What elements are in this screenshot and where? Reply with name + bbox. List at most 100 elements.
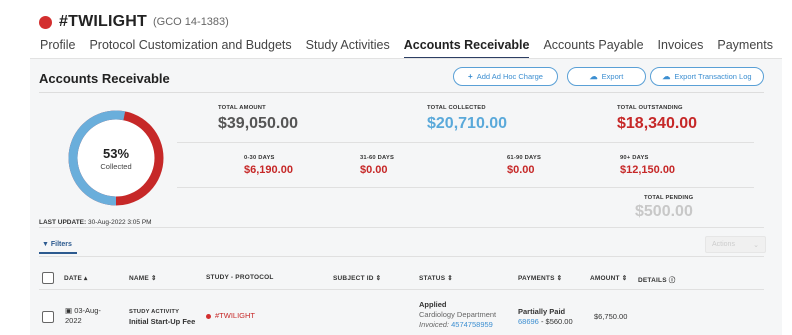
divider (177, 187, 754, 188)
divider (39, 92, 764, 93)
days-31-60-label: 31-60 DAYS (360, 155, 395, 161)
column-header-amount[interactable]: AMOUNT ⇕ (590, 274, 627, 282)
days-90-plus-label: 90+ DAYS (620, 155, 649, 161)
row-amount: $6,750.00 (594, 312, 628, 321)
days-31-60-value: $0.00 (360, 164, 388, 176)
row-study-value[interactable]: #TWILIGHT (215, 311, 255, 320)
column-header-study-protocol: STUDY - PROTOCOL (206, 274, 274, 281)
section-title: Accounts Receivable (39, 71, 170, 86)
sort-up-icon: ▴ (84, 275, 88, 282)
study-code: (GCO 14-1383) (153, 16, 229, 28)
status-dot-icon (39, 15, 52, 29)
row-name-type: STUDY ACTIVITY (129, 309, 180, 315)
row-date: ▣ 03-Aug- 2022 (65, 306, 101, 326)
total-amount-value: $39,050.00 (218, 115, 299, 132)
actions-dropdown[interactable]: Actions ⌄ (705, 236, 766, 253)
sort-icon: ⇕ (447, 275, 453, 282)
study-name: #TWILIGHT (59, 13, 148, 30)
days-61-90-label: 61-90 DAYS (507, 155, 542, 161)
last-update-value: 30-Aug-2022 3:05 PM (88, 219, 152, 226)
calendar-icon: ▣ (65, 306, 73, 315)
info-icon: ⓘ (668, 277, 676, 284)
tab-protocol-customization[interactable]: Protocol Customization and Budgets (89, 37, 291, 59)
divider (39, 289, 764, 290)
export-label: Export (601, 72, 624, 81)
row-name-value[interactable]: Initial Start-Up Fee (129, 317, 195, 327)
row-checkbox[interactable] (42, 311, 54, 323)
last-update: LAST UPDATE: 30-Aug-2022 3:05 PM (39, 219, 152, 226)
plus-icon: + (468, 72, 473, 81)
sort-icon: ⇕ (375, 275, 382, 282)
column-header-status-label: STATUS (419, 275, 446, 282)
column-header-subject-label: SUBJECT ID (333, 275, 374, 282)
accounts-receivable-panel: Accounts Receivable + Add Ad Hoc Charge … (30, 58, 782, 335)
filters-tab[interactable]: ▼ Filters (42, 241, 72, 248)
total-pending-label: TOTAL PENDING (644, 195, 694, 201)
donut-label: Collected (100, 161, 132, 171)
donut-center: 53% Collected (63, 105, 169, 211)
collected-donut-chart: 53% Collected (63, 105, 169, 211)
total-amount-label: TOTAL AMOUNT (218, 105, 266, 111)
days-0-30-label: 0-30 DAYS (244, 155, 275, 161)
column-header-details-label: DETAILS (638, 277, 667, 284)
actions-label: Actions (712, 241, 735, 248)
row-status-department: Cardiology Department (419, 310, 497, 319)
row-status-value: Applied (419, 300, 447, 309)
chevron-down-icon: ⌄ (753, 241, 759, 249)
days-0-30-value: $6,190.00 (244, 164, 293, 176)
column-header-subject-id[interactable]: SUBJECT ID ⇕ (333, 274, 381, 282)
column-header-payments[interactable]: PAYMENTS ⇕ (518, 274, 562, 282)
tab-payments[interactable]: Payments (717, 37, 773, 59)
total-collected-label: TOTAL COLLECTED (427, 105, 486, 111)
tab-profile[interactable]: Profile (40, 37, 75, 59)
row-date-line2: 2022 (65, 316, 82, 325)
tab-invoices[interactable]: Invoices (658, 37, 704, 59)
last-update-label: LAST UPDATE: (39, 219, 87, 226)
cloud-download-icon: ☁ (662, 72, 671, 81)
column-header-status[interactable]: STATUS ⇕ (419, 274, 453, 282)
divider (39, 227, 764, 228)
row-name: STUDY ACTIVITY Initial Start-Up Fee (129, 307, 195, 327)
divider (39, 256, 764, 257)
column-header-details: DETAILS ⓘ (638, 274, 675, 284)
donut-percent: 53% (102, 145, 130, 161)
export-button[interactable]: ☁ Export (567, 67, 646, 86)
export-transaction-log-label: Export Transaction Log (674, 72, 752, 81)
total-pending-value: $500.00 (635, 203, 693, 220)
column-header-amount-label: AMOUNT (590, 275, 620, 282)
days-61-90-value: $0.00 (507, 164, 535, 176)
column-header-name[interactable]: NAME ⇕ (129, 274, 157, 282)
row-payments: Partially Paid 68696 - $560.00 (518, 307, 573, 327)
row-payment-link[interactable]: 68696 (518, 317, 539, 326)
study-header: #TWILIGHT (GCO 14-1383) (39, 12, 229, 32)
row-invoice-link[interactable]: 4574758959 (451, 320, 493, 329)
tab-accounts-receivable[interactable]: Accounts Receivable (403, 37, 530, 59)
column-header-name-label: NAME (129, 275, 149, 282)
tab-accounts-payable[interactable]: Accounts Payable (543, 37, 643, 59)
select-all-checkbox[interactable] (42, 272, 54, 284)
days-90-plus-value: $12,150.00 (620, 164, 676, 176)
divider (177, 142, 754, 143)
filters-underline (39, 252, 77, 254)
row-status: Applied Cardiology Department Invoiced: … (419, 300, 496, 330)
row-invoiced-label: Invoiced: (419, 320, 450, 329)
export-transaction-log-button[interactable]: ☁ Export Transaction Log (650, 67, 764, 86)
column-header-payments-label: PAYMENTS (518, 275, 555, 282)
total-collected-value: $20,710.00 (427, 115, 508, 132)
row-date-line1: 03-Aug- (74, 306, 101, 315)
add-ad-hoc-charge-button[interactable]: + Add Ad Hoc Charge (453, 67, 558, 86)
row-payment-status: Partially Paid (518, 307, 566, 316)
sort-icon: ⇕ (150, 275, 157, 282)
row-study: #TWILIGHT (206, 311, 255, 321)
column-header-date[interactable]: DATE ▴ (64, 274, 88, 282)
sort-icon: ⇕ (621, 275, 628, 282)
row-payment-amount: - $560.00 (540, 317, 573, 326)
filter-icon: ▼ (42, 241, 49, 248)
tab-study-activities[interactable]: Study Activities (306, 37, 390, 59)
sort-icon: ⇕ (556, 275, 563, 282)
column-header-date-label: DATE (64, 275, 83, 282)
total-outstanding-label: TOTAL OUTSTANDING (617, 105, 683, 111)
total-outstanding-value: $18,340.00 (617, 115, 698, 132)
status-dot-icon (206, 313, 211, 319)
filters-label: Filters (50, 241, 72, 248)
